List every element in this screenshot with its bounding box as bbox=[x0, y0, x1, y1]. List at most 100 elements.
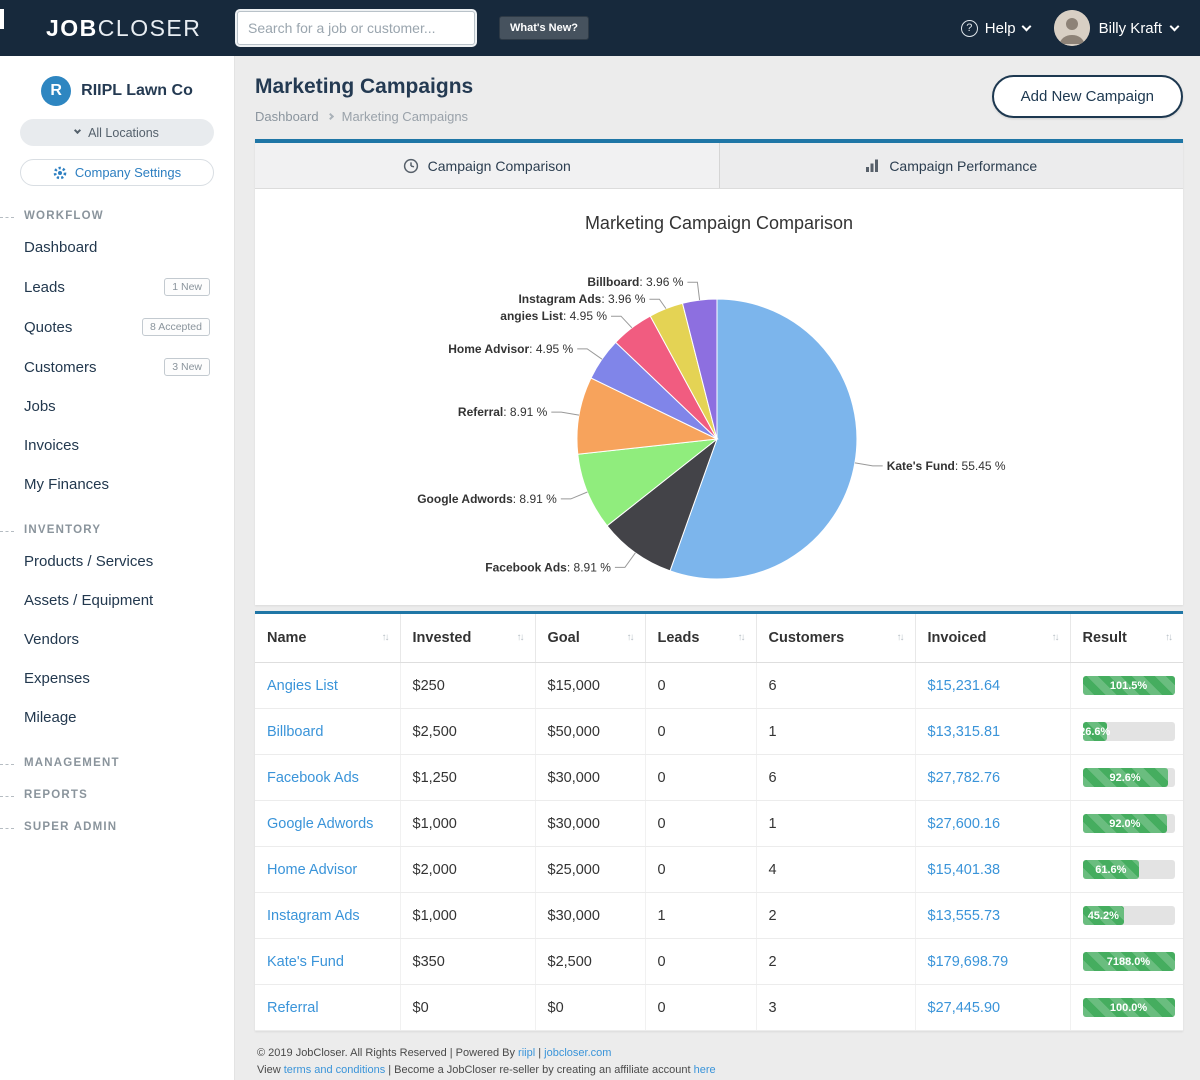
breadcrumb-dashboard[interactable]: Dashboard bbox=[255, 109, 319, 124]
sidebar-section-management[interactable]: MANAGEMENT bbox=[0, 757, 234, 769]
footer-link-here[interactable]: here bbox=[694, 1064, 716, 1076]
cell-customers: 6 bbox=[756, 755, 915, 801]
add-new-campaign-button[interactable]: Add New Campaign bbox=[992, 75, 1183, 118]
sidebar-item-dashboard[interactable]: Dashboard bbox=[0, 228, 234, 267]
column-header-result[interactable]: ↑↓Result bbox=[1070, 614, 1183, 663]
search-input[interactable] bbox=[237, 11, 475, 45]
breadcrumb: Dashboard Marketing Campaigns bbox=[255, 109, 473, 124]
whats-new-button[interactable]: What's New? bbox=[499, 16, 589, 40]
invoiced-link[interactable]: $27,445.90 bbox=[928, 1000, 1001, 1016]
footer-link-terms[interactable]: terms and conditions bbox=[284, 1064, 386, 1076]
sidebar-item-label: Vendors bbox=[24, 631, 79, 648]
campaign-name-link[interactable]: Google Adwords bbox=[267, 816, 373, 832]
sidebar-section-workflow[interactable]: WORKFLOW bbox=[0, 210, 234, 222]
table-body: Angies List$250$15,00006$15,231.64101.5%… bbox=[255, 663, 1183, 1031]
sidebar-item-assets-equipment[interactable]: Assets / Equipment bbox=[0, 581, 234, 620]
cell-name: Home Advisor bbox=[255, 847, 400, 893]
sidebar: R RIIPL Lawn Co All Locations Company Se… bbox=[0, 56, 235, 1080]
column-header-invested[interactable]: ↑↓Invested bbox=[400, 614, 535, 663]
sidebar-item-customers[interactable]: Customers3 New bbox=[0, 347, 234, 387]
tab-campaign-comparison[interactable]: Campaign Comparison bbox=[255, 143, 719, 188]
chevron-right-icon bbox=[327, 113, 334, 120]
column-header-leads[interactable]: ↑↓Leads bbox=[645, 614, 756, 663]
pie-label-connector bbox=[855, 463, 883, 466]
pie-label-connector bbox=[611, 316, 632, 328]
sidebar-item-my-finances[interactable]: My Finances bbox=[0, 465, 234, 504]
result-progress-fill: 61.6% bbox=[1083, 860, 1140, 879]
cell-invoiced: $27,445.90 bbox=[915, 985, 1070, 1031]
cell-result: 7188.0% bbox=[1070, 939, 1183, 985]
sidebar-item-vendors[interactable]: Vendors bbox=[0, 620, 234, 659]
cell-name: Google Adwords bbox=[255, 801, 400, 847]
cell-customers: 2 bbox=[756, 893, 915, 939]
campaign-name-link[interactable]: Facebook Ads bbox=[267, 770, 359, 786]
sidebar-section-reports[interactable]: REPORTS bbox=[0, 789, 234, 801]
campaign-name-link[interactable]: Instagram Ads bbox=[267, 908, 360, 924]
cell-invoiced: $13,315.81 bbox=[915, 709, 1070, 755]
column-header-name[interactable]: ↑↓ Name bbox=[255, 614, 400, 663]
company-settings-button[interactable]: Company Settings bbox=[20, 159, 214, 186]
user-menu[interactable]: Billy Kraft bbox=[1054, 10, 1178, 46]
table-row-referral: Referral$0$003$27,445.90100.0% bbox=[255, 985, 1183, 1031]
invoiced-link[interactable]: $13,315.81 bbox=[928, 724, 1001, 740]
sidebar-item-expenses[interactable]: Expenses bbox=[0, 659, 234, 698]
sidebar-section-inventory[interactable]: INVENTORY bbox=[0, 524, 234, 536]
result-progress-fill: 100.0% bbox=[1083, 998, 1175, 1017]
cell-customers: 2 bbox=[756, 939, 915, 985]
help-menu[interactable]: ? Help bbox=[961, 20, 1030, 37]
invoiced-link[interactable]: $15,231.64 bbox=[928, 678, 1001, 694]
sidebar-item-mileage[interactable]: Mileage bbox=[0, 698, 234, 737]
column-label: Name bbox=[267, 630, 307, 646]
cell-invested: $2,500 bbox=[400, 709, 535, 755]
cell-invested: $350 bbox=[400, 939, 535, 985]
pie-label-connector bbox=[649, 299, 666, 308]
footer-line-2: View terms and conditions | Become a Job… bbox=[257, 1062, 1181, 1079]
invoiced-link[interactable]: $27,600.16 bbox=[928, 816, 1001, 832]
sidebar-section-super-admin[interactable]: SUPER ADMIN bbox=[0, 821, 234, 833]
footer-link-riipl[interactable]: riipl bbox=[518, 1047, 535, 1059]
table-row-angies-list: Angies List$250$15,00006$15,231.64101.5% bbox=[255, 663, 1183, 709]
pie-label: Home Advisor: 4.95 % bbox=[448, 342, 573, 356]
campaign-name-link[interactable]: Billboard bbox=[267, 724, 323, 740]
topbar-right: ? Help Billy Kraft bbox=[961, 10, 1200, 46]
app-logo[interactable]: JOBCLOSER bbox=[46, 15, 237, 42]
campaign-name-link[interactable]: Angies List bbox=[267, 678, 338, 694]
invoiced-link[interactable]: $27,782.76 bbox=[928, 770, 1001, 786]
sort-icon: ↑↓ bbox=[517, 632, 523, 643]
footer-link-jobcloser[interactable]: jobcloser.com bbox=[544, 1047, 611, 1059]
sidebar-item-label: My Finances bbox=[24, 476, 109, 493]
column-header-goal[interactable]: ↑↓Goal bbox=[535, 614, 645, 663]
pie-label: Billboard: 3.96 % bbox=[587, 275, 683, 289]
invoiced-link[interactable]: $179,698.79 bbox=[928, 954, 1009, 970]
cell-name: Facebook Ads bbox=[255, 755, 400, 801]
column-header-customers[interactable]: ↑↓Customers bbox=[756, 614, 915, 663]
header-edge-mark bbox=[0, 9, 4, 29]
sidebar-item-quotes[interactable]: Quotes8 Accepted bbox=[0, 307, 234, 347]
sidebar-item-jobs[interactable]: Jobs bbox=[0, 387, 234, 426]
campaign-name-link[interactable]: Home Advisor bbox=[267, 862, 357, 878]
table-header-row: ↑↓ Name ↑↓Invested↑↓Goal↑↓Leads↑↓Customers… bbox=[255, 614, 1183, 663]
pie-label: angies List: 4.95 % bbox=[500, 309, 607, 323]
campaign-name-link[interactable]: Kate's Fund bbox=[267, 954, 344, 970]
sidebar-item-leads[interactable]: Leads1 New bbox=[0, 267, 234, 307]
campaign-name-link[interactable]: Referral bbox=[267, 1000, 319, 1016]
cell-invoiced: $27,782.76 bbox=[915, 755, 1070, 801]
table-row-kate-s-fund: Kate's Fund$350$2,50002$179,698.797188.0… bbox=[255, 939, 1183, 985]
sort-icon: ↑↓ bbox=[382, 632, 388, 643]
cell-customers: 4 bbox=[756, 847, 915, 893]
column-header-invoiced[interactable]: ↑↓Invoiced bbox=[915, 614, 1070, 663]
pie-label-connector bbox=[577, 349, 602, 359]
all-locations-dropdown[interactable]: All Locations bbox=[20, 119, 214, 146]
sidebar-item-invoices[interactable]: Invoices bbox=[0, 426, 234, 465]
cell-leads: 0 bbox=[645, 939, 756, 985]
company-name: RIIPL Lawn Co bbox=[81, 82, 193, 100]
table-row-instagram-ads: Instagram Ads$1,000$30,00012$13,555.7345… bbox=[255, 893, 1183, 939]
result-progress-fill: 92.6% bbox=[1083, 768, 1168, 787]
tab-campaign-performance[interactable]: Campaign Performance bbox=[719, 143, 1184, 188]
sort-icon: ↑↓ bbox=[897, 632, 903, 643]
sidebar-item-products-services[interactable]: Products / Services bbox=[0, 542, 234, 581]
company-header[interactable]: R RIIPL Lawn Co bbox=[0, 56, 234, 106]
invoiced-link[interactable]: $15,401.38 bbox=[928, 862, 1001, 878]
invoiced-link[interactable]: $13,555.73 bbox=[928, 908, 1001, 924]
sidebar-item-badge: 8 Accepted bbox=[142, 318, 210, 336]
